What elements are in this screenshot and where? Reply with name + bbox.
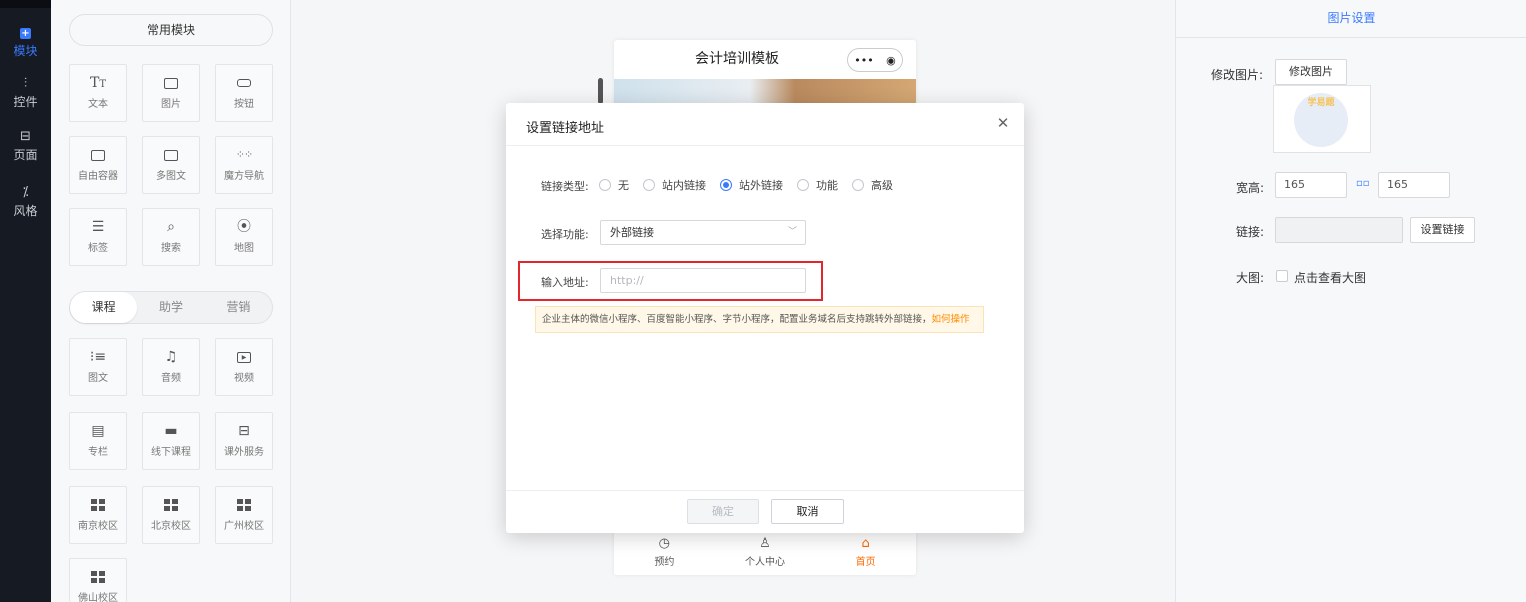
url-label: 输入地址:	[541, 276, 589, 289]
dialog-header: 设置链接地址 ✕	[506, 103, 1024, 146]
chevron-down-icon: ﹀	[787, 227, 797, 237]
radio-circle[interactable]	[852, 179, 864, 191]
dialog-footer	[506, 490, 1024, 533]
radio-label: 无	[618, 179, 629, 192]
cancel-button[interactable]: 取消	[771, 499, 844, 524]
function-label: 选择功能:	[541, 228, 589, 241]
function-select[interactable]: 外部链接 ﹀	[600, 220, 806, 245]
radio-internal-link[interactable]: 站内链接	[643, 177, 706, 193]
tip-text: 企业主体的微信小程序、百度智能小程序、字节小程序，配置业务域名后支持跳转外部链接…	[542, 314, 932, 325]
link-type-label: 链接类型:	[541, 180, 589, 193]
radio-circle[interactable]	[720, 179, 732, 191]
radio-circle[interactable]	[797, 179, 809, 191]
radio-advanced[interactable]: 高级	[852, 177, 893, 193]
how-to-link[interactable]: 如何操作	[932, 314, 970, 325]
radio-label: 功能	[816, 179, 838, 192]
radio-label: 高级	[871, 179, 893, 192]
close-icon[interactable]: ✕	[995, 115, 1011, 131]
set-link-dialog: 设置链接地址 ✕ 链接类型: 无 站内链接 站外链接 功能 高级 选择功能: 外…	[506, 103, 1024, 533]
external-link-tip: 企业主体的微信小程序、百度智能小程序、字节小程序，配置业务域名后支持跳转外部链接…	[535, 306, 984, 333]
function-select-value: 外部链接	[610, 226, 654, 239]
radio-circle[interactable]	[643, 179, 655, 191]
radio-external-link[interactable]: 站外链接	[720, 177, 783, 193]
radio-none[interactable]: 无	[599, 177, 629, 193]
radio-circle[interactable]	[599, 179, 611, 191]
link-type-radio-group: 无 站内链接 站外链接 功能 高级	[599, 177, 907, 193]
dialog-title: 设置链接地址	[526, 121, 605, 136]
radio-function[interactable]: 功能	[797, 177, 838, 193]
confirm-button[interactable]: 确定	[687, 499, 759, 524]
url-input[interactable]	[600, 268, 806, 293]
radio-label: 站内链接	[662, 179, 706, 192]
radio-label: 站外链接	[739, 179, 783, 192]
